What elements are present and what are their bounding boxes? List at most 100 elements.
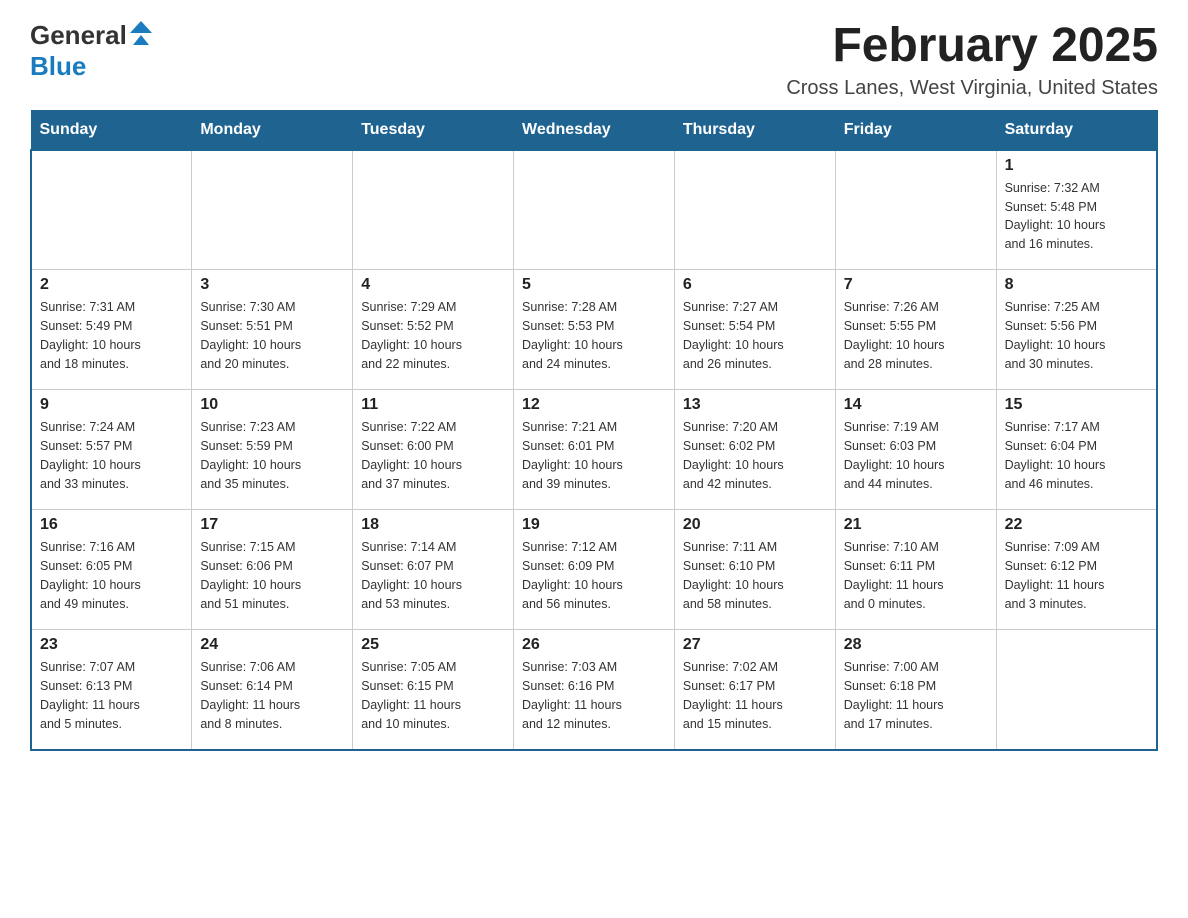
calendar-cell: 11 Sunrise: 7:22 AM Sunset: 6:00 PM Dayli… xyxy=(353,390,514,510)
logo-triangle-2 xyxy=(133,35,149,45)
logo-triangles xyxy=(130,21,152,45)
header-friday: Friday xyxy=(835,110,996,150)
day-number: 10 xyxy=(200,396,344,414)
day-info: Sunrise: 7:30 AM Sunset: 5:51 PM Dayligh… xyxy=(200,298,344,373)
calendar-table: Sunday Monday Tuesday Wednesday Thursday… xyxy=(30,110,1158,751)
calendar-cell: 3 Sunrise: 7:30 AM Sunset: 5:51 PM Daylig… xyxy=(192,270,353,390)
day-info: Sunrise: 7:03 AM Sunset: 6:16 PM Dayligh… xyxy=(522,658,666,733)
day-number: 5 xyxy=(522,276,666,294)
day-number: 14 xyxy=(844,396,988,414)
calendar-cell: 28 Sunrise: 7:00 AM Sunset: 6:18 PM Dayli… xyxy=(835,630,996,750)
day-number: 12 xyxy=(522,396,666,414)
calendar-cell: 23 Sunrise: 7:07 AM Sunset: 6:13 PM Dayli… xyxy=(31,630,192,750)
calendar-week-1: 1 Sunrise: 7:32 AM Sunset: 5:48 PM Daylig… xyxy=(31,150,1157,270)
day-info: Sunrise: 7:14 AM Sunset: 6:07 PM Dayligh… xyxy=(361,538,505,613)
day-info: Sunrise: 7:17 AM Sunset: 6:04 PM Dayligh… xyxy=(1005,418,1148,493)
calendar-cell: 6 Sunrise: 7:27 AM Sunset: 5:54 PM Daylig… xyxy=(674,270,835,390)
day-info: Sunrise: 7:19 AM Sunset: 6:03 PM Dayligh… xyxy=(844,418,988,493)
page-header: General Blue February 2025 Cross Lanes, … xyxy=(30,20,1158,100)
day-number: 24 xyxy=(200,636,344,654)
day-info: Sunrise: 7:25 AM Sunset: 5:56 PM Dayligh… xyxy=(1005,298,1148,373)
calendar-cell xyxy=(996,630,1157,750)
logo-general-text: General xyxy=(30,20,127,51)
day-number: 1 xyxy=(1005,157,1148,175)
page-subtitle: Cross Lanes, West Virginia, United State… xyxy=(786,77,1158,100)
calendar-cell: 22 Sunrise: 7:09 AM Sunset: 6:12 PM Dayli… xyxy=(996,510,1157,630)
day-info: Sunrise: 7:07 AM Sunset: 6:13 PM Dayligh… xyxy=(40,658,183,733)
calendar-body: 1 Sunrise: 7:32 AM Sunset: 5:48 PM Daylig… xyxy=(31,150,1157,750)
calendar-cell: 1 Sunrise: 7:32 AM Sunset: 5:48 PM Daylig… xyxy=(996,150,1157,270)
day-number: 13 xyxy=(683,396,827,414)
calendar-week-3: 9Sunrise: 7:24 AM Sunset: 5:57 PM Daylig… xyxy=(31,390,1157,510)
day-info: Sunrise: 7:31 AM Sunset: 5:49 PM Dayligh… xyxy=(40,298,183,373)
calendar-cell: 10Sunrise: 7:23 AM Sunset: 5:59 PM Dayli… xyxy=(192,390,353,510)
day-info: Sunrise: 7:09 AM Sunset: 6:12 PM Dayligh… xyxy=(1005,538,1148,613)
header-monday: Monday xyxy=(192,110,353,150)
day-info: Sunrise: 7:15 AM Sunset: 6:06 PM Dayligh… xyxy=(200,538,344,613)
title-block: February 2025 Cross Lanes, West Virginia… xyxy=(786,20,1158,100)
calendar-cell: 27Sunrise: 7:02 AM Sunset: 6:17 PM Dayli… xyxy=(674,630,835,750)
day-number: 15 xyxy=(1005,396,1148,414)
calendar-week-2: 2Sunrise: 7:31 AM Sunset: 5:49 PM Daylig… xyxy=(31,270,1157,390)
day-number: 26 xyxy=(522,636,666,654)
day-info: Sunrise: 7:12 AM Sunset: 6:09 PM Dayligh… xyxy=(522,538,666,613)
day-info: Sunrise: 7:11 AM Sunset: 6:10 PM Dayligh… xyxy=(683,538,827,613)
calendar-cell: 18 Sunrise: 7:14 AM Sunset: 6:07 PM Dayli… xyxy=(353,510,514,630)
calendar-cell: 24Sunrise: 7:06 AM Sunset: 6:14 PM Dayli… xyxy=(192,630,353,750)
day-number: 18 xyxy=(361,516,505,534)
page-title: February 2025 xyxy=(786,20,1158,73)
day-number: 20 xyxy=(683,516,827,534)
day-number: 4 xyxy=(361,276,505,294)
day-number: 28 xyxy=(844,636,988,654)
day-info: Sunrise: 7:32 AM Sunset: 5:48 PM Dayligh… xyxy=(1005,179,1148,254)
calendar-cell: 9Sunrise: 7:24 AM Sunset: 5:57 PM Daylig… xyxy=(31,390,192,510)
day-info: Sunrise: 7:16 AM Sunset: 6:05 PM Dayligh… xyxy=(40,538,183,613)
calendar-cell xyxy=(514,150,675,270)
calendar-cell xyxy=(31,150,192,270)
calendar-cell xyxy=(835,150,996,270)
day-number: 11 xyxy=(361,396,505,414)
day-number: 19 xyxy=(522,516,666,534)
day-info: Sunrise: 7:20 AM Sunset: 6:02 PM Dayligh… xyxy=(683,418,827,493)
calendar-cell: 20 Sunrise: 7:11 AM Sunset: 6:10 PM Dayli… xyxy=(674,510,835,630)
calendar-week-4: 16Sunrise: 7:16 AM Sunset: 6:05 PM Dayli… xyxy=(31,510,1157,630)
day-info: Sunrise: 7:28 AM Sunset: 5:53 PM Dayligh… xyxy=(522,298,666,373)
day-info: Sunrise: 7:00 AM Sunset: 6:18 PM Dayligh… xyxy=(844,658,988,733)
calendar-week-5: 23 Sunrise: 7:07 AM Sunset: 6:13 PM Dayli… xyxy=(31,630,1157,750)
day-info: Sunrise: 7:29 AM Sunset: 5:52 PM Dayligh… xyxy=(361,298,505,373)
weekday-header-row: Sunday Monday Tuesday Wednesday Thursday… xyxy=(31,110,1157,150)
header-sunday: Sunday xyxy=(31,110,192,150)
day-number: 23 xyxy=(40,636,183,654)
calendar-cell xyxy=(353,150,514,270)
calendar-cell: 26 Sunrise: 7:03 AM Sunset: 6:16 PM Dayli… xyxy=(514,630,675,750)
header-wednesday: Wednesday xyxy=(514,110,675,150)
calendar-header: Sunday Monday Tuesday Wednesday Thursday… xyxy=(31,110,1157,150)
day-info: Sunrise: 7:22 AM Sunset: 6:00 PM Dayligh… xyxy=(361,418,505,493)
calendar-cell xyxy=(674,150,835,270)
calendar-cell: 16Sunrise: 7:16 AM Sunset: 6:05 PM Dayli… xyxy=(31,510,192,630)
day-number: 22 xyxy=(1005,516,1148,534)
logo-triangle-1 xyxy=(130,21,152,33)
day-info: Sunrise: 7:10 AM Sunset: 6:11 PM Dayligh… xyxy=(844,538,988,613)
day-info: Sunrise: 7:05 AM Sunset: 6:15 PM Dayligh… xyxy=(361,658,505,733)
day-number: 6 xyxy=(683,276,827,294)
calendar-cell: 25 Sunrise: 7:05 AM Sunset: 6:15 PM Dayli… xyxy=(353,630,514,750)
day-number: 3 xyxy=(200,276,344,294)
logo-blue-text: Blue xyxy=(30,51,86,82)
calendar-cell xyxy=(192,150,353,270)
day-number: 21 xyxy=(844,516,988,534)
calendar-cell: 13 Sunrise: 7:20 AM Sunset: 6:02 PM Dayli… xyxy=(674,390,835,510)
calendar-cell: 21 Sunrise: 7:10 AM Sunset: 6:11 PM Dayli… xyxy=(835,510,996,630)
day-info: Sunrise: 7:24 AM Sunset: 5:57 PM Dayligh… xyxy=(40,418,183,493)
day-number: 25 xyxy=(361,636,505,654)
day-info: Sunrise: 7:27 AM Sunset: 5:54 PM Dayligh… xyxy=(683,298,827,373)
day-info: Sunrise: 7:21 AM Sunset: 6:01 PM Dayligh… xyxy=(522,418,666,493)
day-number: 17 xyxy=(200,516,344,534)
calendar-cell: 14 Sunrise: 7:19 AM Sunset: 6:03 PM Dayli… xyxy=(835,390,996,510)
calendar-cell: 7Sunrise: 7:26 AM Sunset: 5:55 PM Daylig… xyxy=(835,270,996,390)
day-info: Sunrise: 7:26 AM Sunset: 5:55 PM Dayligh… xyxy=(844,298,988,373)
calendar-cell: 17 Sunrise: 7:15 AM Sunset: 6:06 PM Dayli… xyxy=(192,510,353,630)
calendar-cell: 15 Sunrise: 7:17 AM Sunset: 6:04 PM Dayli… xyxy=(996,390,1157,510)
header-tuesday: Tuesday xyxy=(353,110,514,150)
header-thursday: Thursday xyxy=(674,110,835,150)
